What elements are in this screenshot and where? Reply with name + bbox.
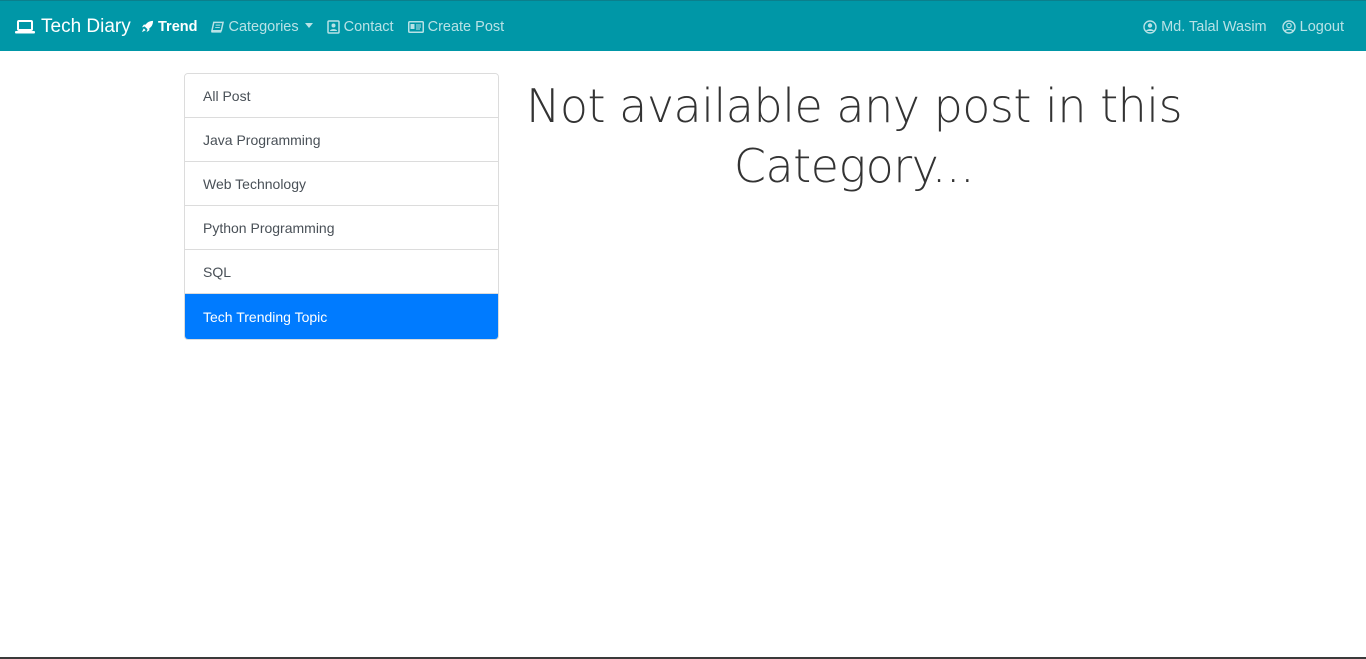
nav-item-user-profile[interactable]: Md. Talal Wasim <box>1143 19 1267 35</box>
category-item-sql[interactable]: SQL <box>185 250 498 294</box>
category-item-all-post[interactable]: All Post <box>185 74 498 118</box>
category-item-web-technology[interactable]: Web Technology <box>185 162 498 206</box>
book-icon <box>211 21 225 33</box>
category-item-python-programming[interactable]: Python Programming <box>185 206 498 250</box>
nav-right: Md. Talal Wasim Logout <box>1128 1 1344 52</box>
nav-item-contact[interactable]: Contact <box>326 18 394 35</box>
nav-item-categories[interactable]: Categories <box>211 18 313 35</box>
nav-label-trend: Trend <box>158 18 198 35</box>
nav-label-create-post: Create Post <box>427 18 505 35</box>
brand-link[interactable]: Tech Diary <box>15 13 131 41</box>
chevron-down-icon <box>304 23 313 28</box>
rocket-icon <box>141 20 154 33</box>
empty-state-line-1: Not available any post in this <box>525 79 1183 133</box>
empty-state-message: Not available any post in this Category.… <box>520 76 1188 196</box>
top-navbar: Tech Diary Trend Categories Contact Crea… <box>0 0 1366 51</box>
nav-label-logout: Logout <box>1299 18 1344 35</box>
nav-left: Trend Categories Contact Create Post <box>141 1 518 52</box>
nav-label-contact: Contact <box>343 18 394 35</box>
brand-label: Tech Diary <box>41 16 131 37</box>
nav-item-trend[interactable]: Trend <box>141 19 197 35</box>
nav-label-user-name: Md. Talal Wasim <box>1161 18 1267 35</box>
nav-item-logout[interactable]: Logout <box>1281 18 1344 35</box>
category-item-tech-trending-topic[interactable]: Tech Trending Topic <box>185 294 498 339</box>
user-circle-icon <box>1143 19 1157 34</box>
empty-state-line-2: Category... <box>733 139 975 193</box>
nav-item-create-post[interactable]: Create Post <box>407 18 505 35</box>
id-card-icon <box>407 20 424 33</box>
category-list: All Post Java Programming Web Technology… <box>184 73 499 340</box>
nav-label-categories: Categories <box>228 18 299 35</box>
laptop-icon <box>15 20 41 34</box>
category-item-java-programming[interactable]: Java Programming <box>185 118 498 162</box>
user-circle-icon <box>1281 19 1296 34</box>
address-book-icon <box>326 19 340 34</box>
